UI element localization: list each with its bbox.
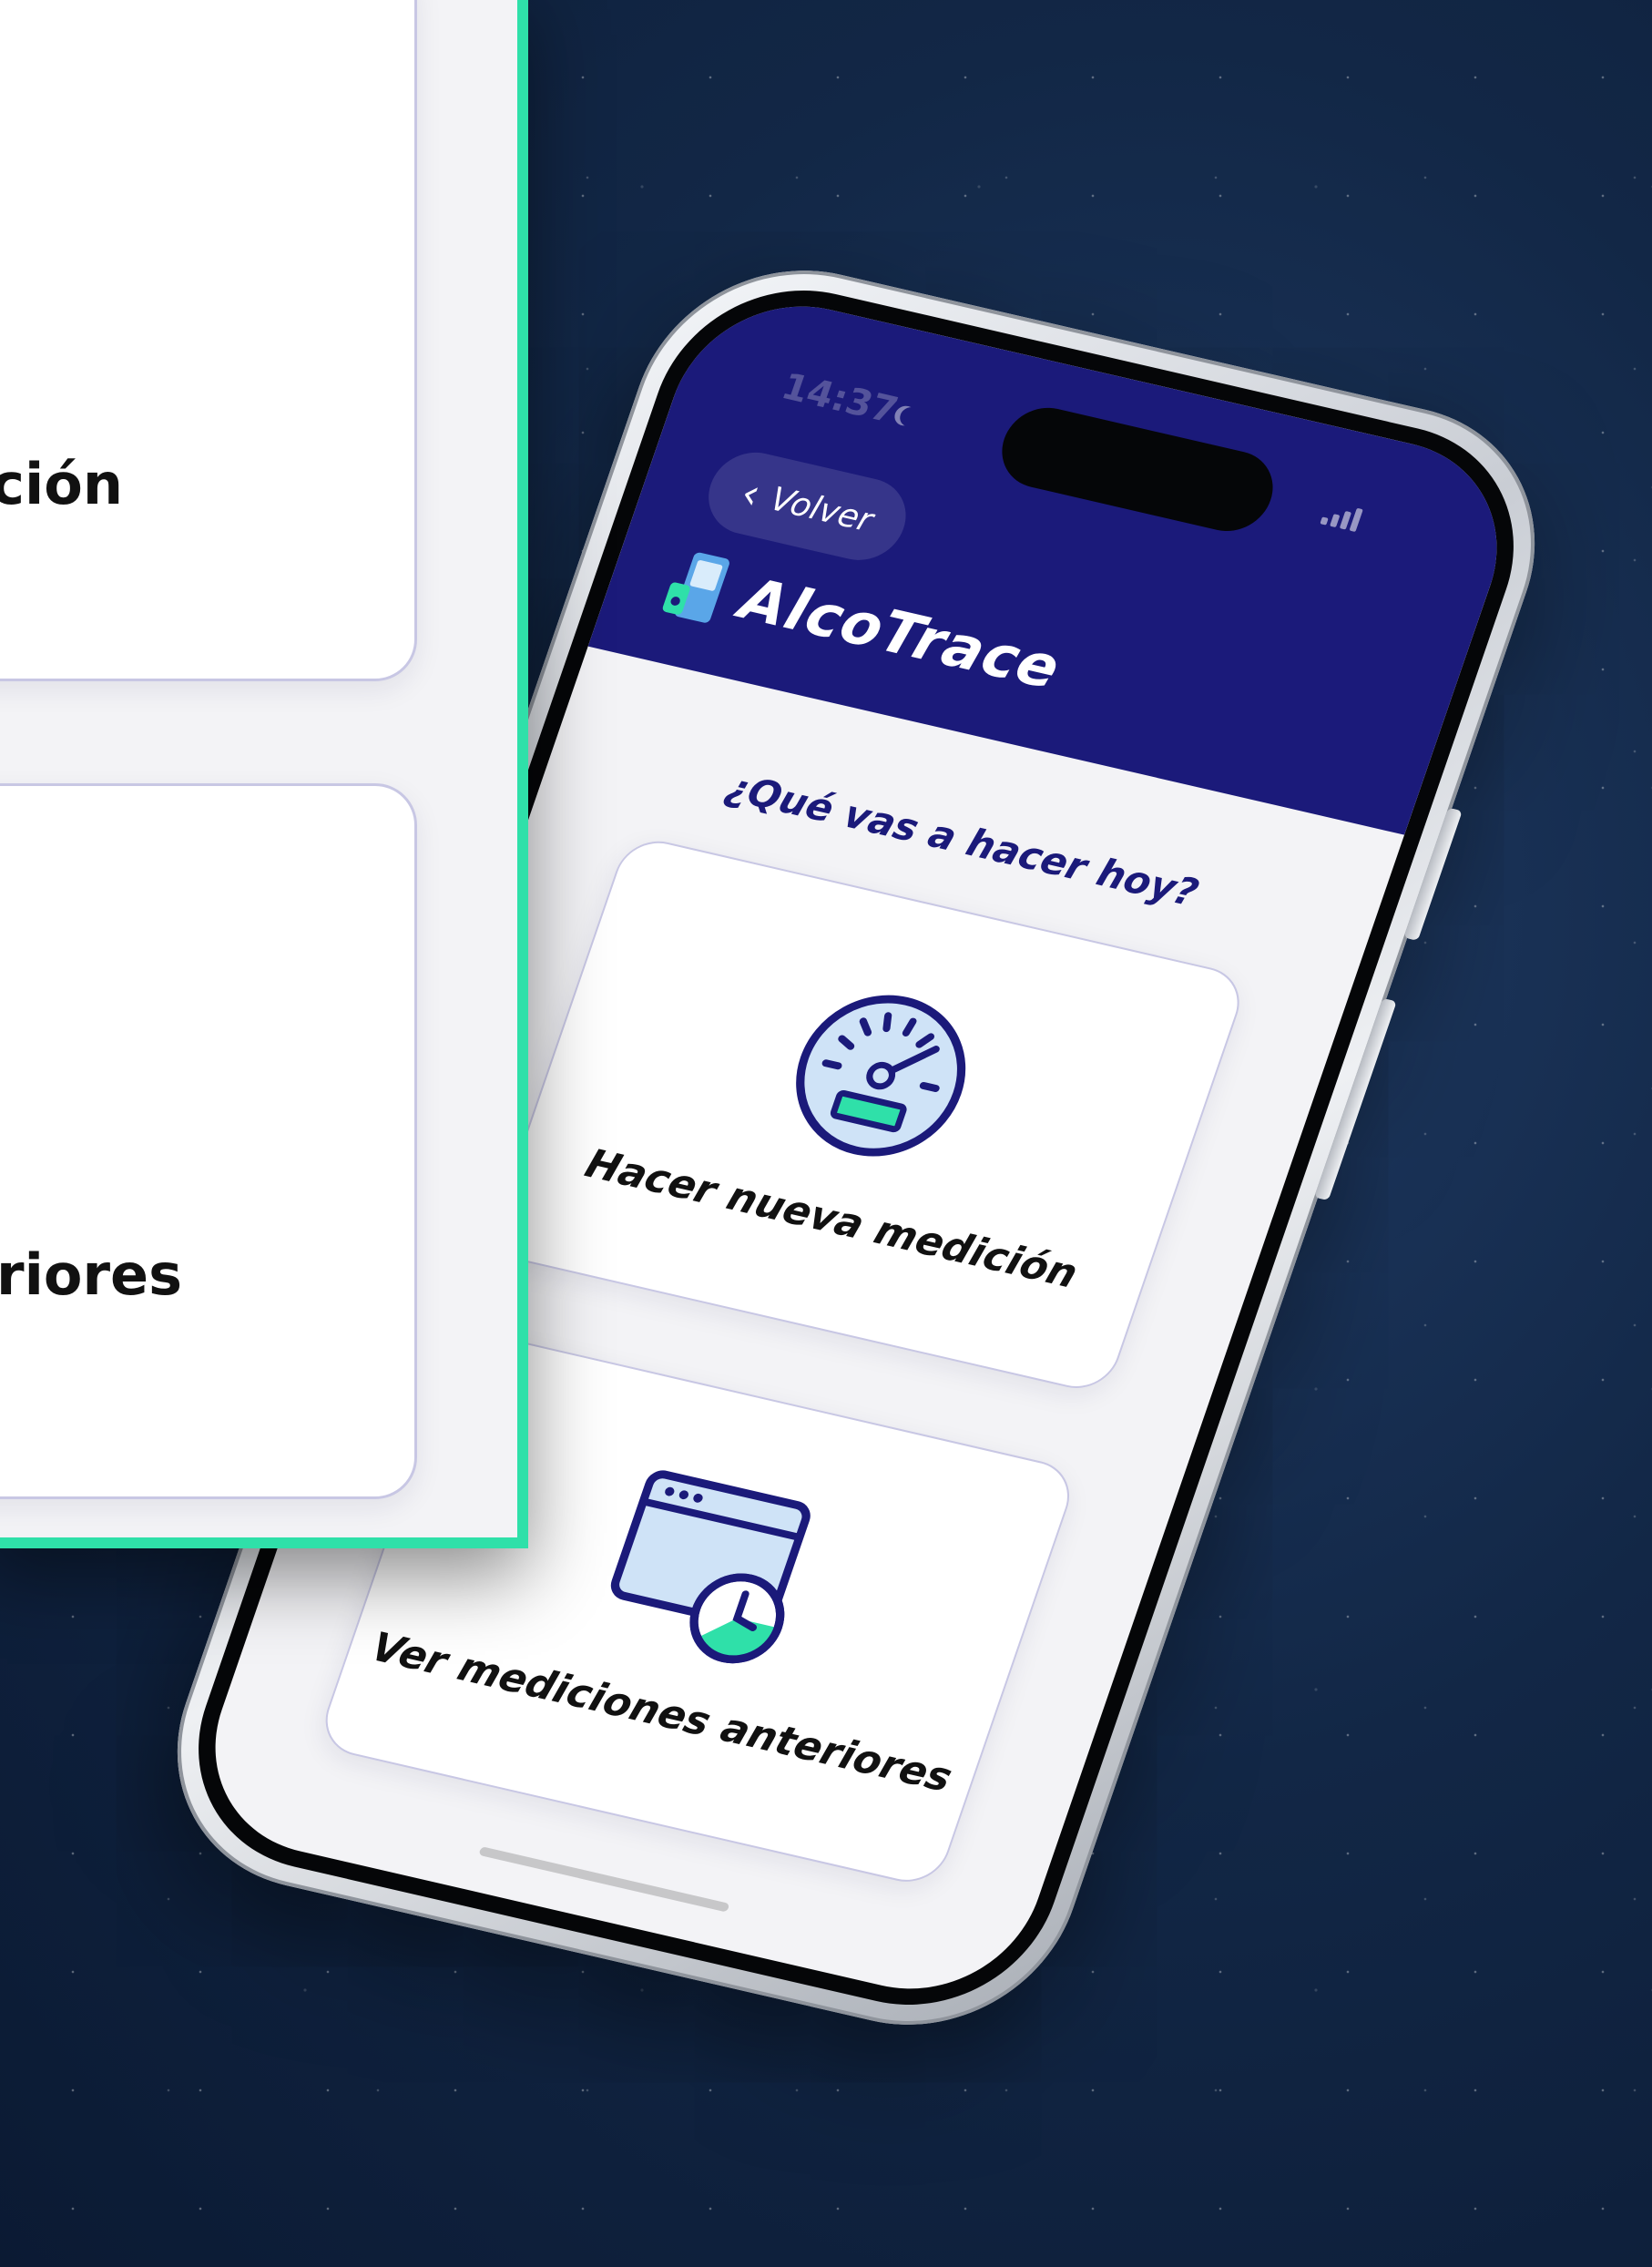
speedometer-icon: [796, 995, 966, 1157]
back-button-label: Volver: [765, 480, 878, 539]
app-title: AlcoTrace: [731, 566, 1069, 703]
history-window-clock-icon: [611, 1469, 811, 1663]
breathalyzer-logo-icon: [662, 552, 729, 623]
back-button[interactable]: ‹ Volver: [697, 444, 918, 569]
moon-icon: [898, 405, 924, 429]
status-time: 14:37: [776, 366, 927, 438]
zoom-detail-panel: ción eriores: [0, 0, 528, 1548]
new-measurement-card[interactable]: Hacer nueva medición: [484, 833, 1250, 1396]
zoom-past-measurements-label: eriores: [0, 1241, 182, 1308]
dynamic-island: [991, 399, 1284, 539]
new-measurement-label: Hacer nueva medición: [579, 1139, 1084, 1298]
zoom-label-crop: eriores: [0, 1241, 182, 1333]
zoom-new-measurement-label: ción: [0, 451, 123, 517]
chevron-left-icon: ‹: [734, 467, 768, 519]
signal-icon: [1320, 497, 1435, 548]
zoom-past-measurements-card: eriores: [0, 783, 417, 1499]
app-brand: AlcoTrace: [656, 546, 1069, 706]
zoom-new-measurement-card: ción: [0, 0, 417, 681]
zoom-label-crop: ción: [0, 451, 123, 533]
